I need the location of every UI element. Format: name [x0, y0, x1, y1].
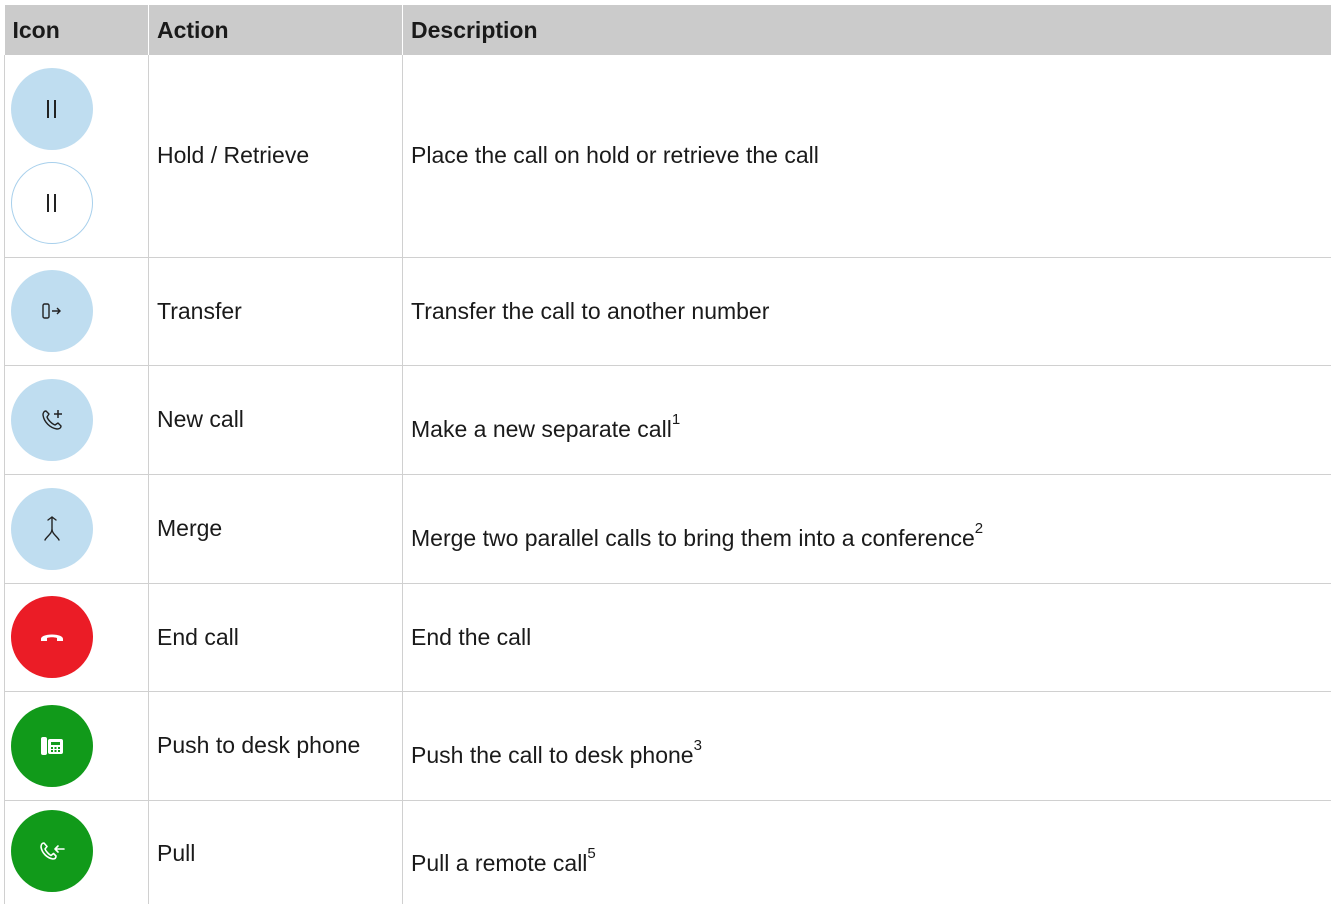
footnote-marker: 3 [693, 737, 702, 755]
column-header-description: Description [402, 5, 1331, 55]
description-cell: End the call [402, 583, 1331, 692]
action-cell: Pull [148, 800, 403, 904]
table-header-row: Icon Action Description [4, 5, 1331, 55]
action-cell: Merge [148, 474, 403, 584]
table-row: Transfer Transfer the call to another nu… [4, 257, 1331, 366]
icon-cell [4, 583, 149, 692]
end-call-icon [11, 596, 93, 678]
action-cell: Transfer [148, 257, 403, 366]
new-call-icon [11, 378, 93, 461]
action-cell: Hold / Retrieve [148, 55, 403, 258]
pause-icon [11, 67, 93, 150]
action-cell: New call [148, 365, 403, 475]
description-cell: Place the call on hold or retrieve the c… [402, 55, 1331, 258]
pull-call-icon [11, 809, 93, 892]
action-cell: Push to desk phone [148, 691, 403, 801]
footnote-marker: 1 [671, 411, 681, 429]
icon-cell [4, 474, 149, 584]
table-row: End call End the call [4, 583, 1331, 692]
description-cell: Merge two parallel calls to bring them i… [402, 474, 1331, 584]
description-cell: Make a new separate call1 [402, 365, 1331, 475]
table-row: Merge Merge two parallel calls to bring … [4, 474, 1331, 584]
table-row: New call Make a new separate call1 [4, 365, 1331, 475]
table-row: Push to desk phone Push the call to desk… [4, 691, 1331, 801]
icon-cell [4, 691, 149, 801]
column-header-icon: Icon [4, 5, 149, 55]
icon-cell [4, 800, 149, 904]
icon-cell [4, 365, 149, 475]
table-row: Hold / Retrieve Place the call on hold o… [4, 55, 1331, 258]
call-actions-table: Icon Action Description Hold / Retrieve … [4, 5, 1331, 904]
footnote-marker: 5 [587, 844, 596, 862]
description-cell: Transfer the call to another number [402, 257, 1331, 366]
action-cell: End call [148, 583, 403, 692]
transfer-icon [11, 270, 93, 352]
desk-phone-icon [11, 704, 93, 787]
description-cell: Push the call to desk phone3 [402, 691, 1331, 801]
description-cell: Pull a remote call5 [402, 800, 1331, 904]
column-header-action: Action [148, 5, 403, 55]
pause-outline-icon [11, 161, 93, 244]
icon-cell [4, 55, 149, 258]
icon-cell [4, 257, 149, 366]
footnote-marker: 2 [974, 520, 984, 538]
table-row: Pull Pull a remote call5 [4, 800, 1331, 904]
merge-icon [11, 487, 93, 570]
